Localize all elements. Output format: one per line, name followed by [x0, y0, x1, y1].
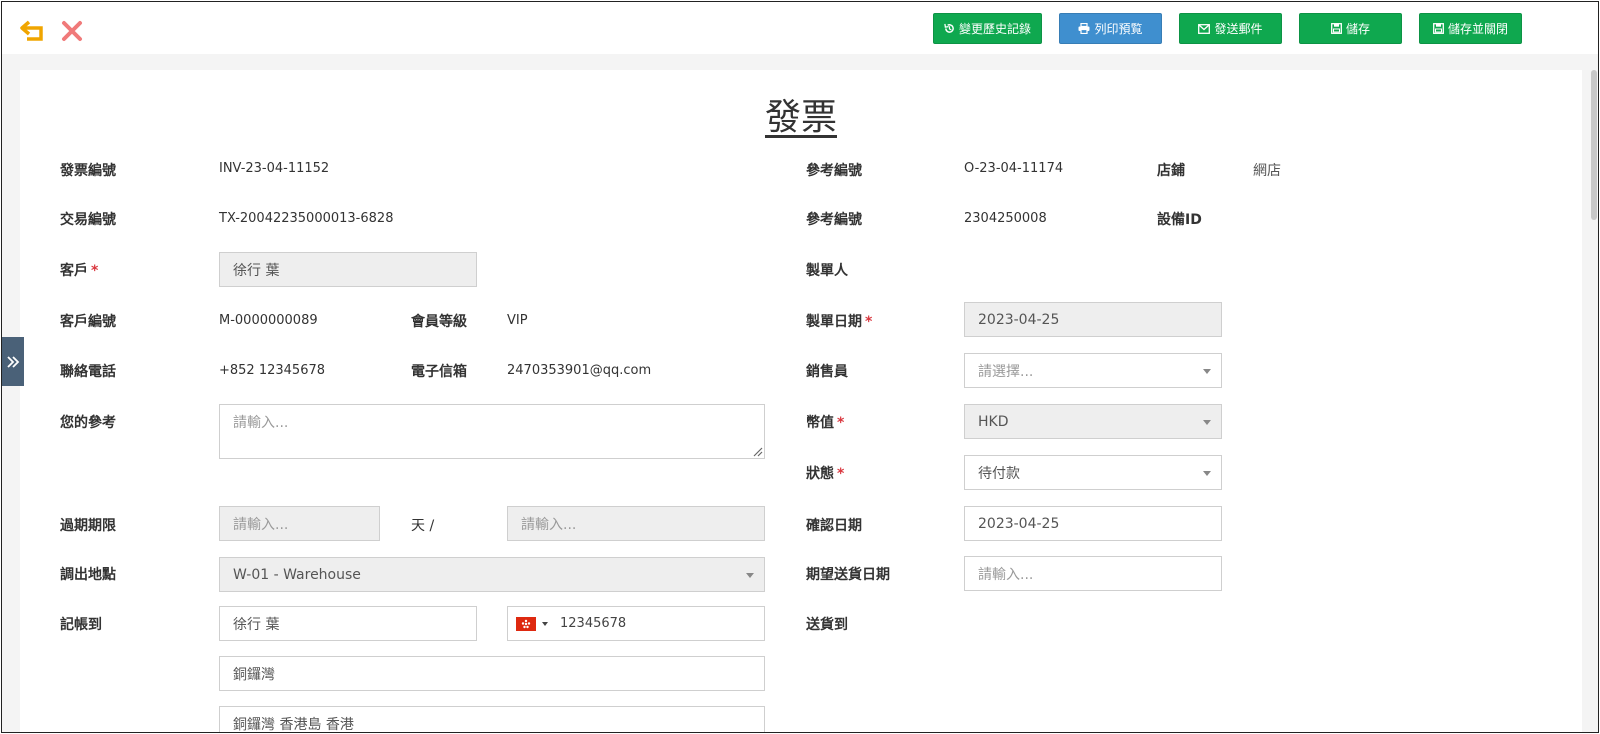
- chevron-down-icon: [746, 573, 754, 578]
- customer-label: 客戶 *: [60, 263, 99, 279]
- top-toolbar: 變更歷史記錄 列印預覧 發送郵件 儲存 儲存並關閉: [2, 2, 1598, 54]
- dispatch-location-label: 調出地點: [60, 567, 116, 583]
- your-reference-label: 您的參考: [60, 415, 116, 431]
- member-level-label: 會員等級: [411, 314, 467, 330]
- app-window: 變更歷史記錄 列印預覧 發送郵件 儲存 儲存並關閉 發票 發票編號 INV-23…: [1, 1, 1599, 733]
- store-value: 網店: [1253, 163, 1281, 179]
- make-date-label: 製單日期 *: [806, 314, 873, 330]
- confirm-date-field[interactable]: 2023-04-25: [964, 506, 1222, 541]
- save-label: 儲存: [1345, 22, 1370, 36]
- confirm-date-label: 確認日期: [806, 518, 862, 534]
- print-preview-button[interactable]: 列印預覧: [1059, 13, 1162, 44]
- currency-select[interactable]: HKD: [964, 404, 1222, 439]
- invoice-no-value: INV-23-04-11152: [219, 161, 330, 176]
- required-marker: *: [91, 263, 99, 279]
- invoice-no-label: 發票編號: [60, 163, 116, 179]
- bill-to-label: 記帳到: [60, 617, 102, 633]
- status-value: 待付款: [978, 465, 1020, 482]
- status-select[interactable]: 待付款: [964, 455, 1222, 490]
- back-arrow-icon[interactable]: [18, 16, 48, 46]
- salesperson-placeholder: 請選擇...: [978, 363, 1034, 380]
- history-icon: [944, 23, 954, 33]
- reference-no-2-label: 參考編號: [806, 212, 862, 228]
- chevron-down-icon: [1203, 471, 1211, 476]
- expected-delivery-label: 期望送貨日期: [806, 567, 890, 583]
- reference-no-2-value: 2304250008: [964, 211, 1047, 226]
- envelope-icon: [1198, 23, 1211, 34]
- change-history-button[interactable]: 變更歷史記錄: [933, 13, 1042, 44]
- print-icon: [1078, 23, 1090, 34]
- email-value: 2470353901@qq.com: [507, 363, 652, 378]
- currency-label: 幣值 *: [806, 415, 845, 431]
- country-caret-icon[interactable]: [542, 621, 548, 626]
- customer-no-label: 客戶編號: [60, 314, 116, 330]
- phone-value: +852 12345678: [219, 363, 326, 378]
- dispatch-location-value: W-01 - Warehouse: [233, 566, 361, 583]
- send-email-button[interactable]: 發送郵件: [1179, 13, 1282, 44]
- salesperson-select[interactable]: 請選擇...: [964, 353, 1222, 388]
- resize-handle-icon[interactable]: [751, 445, 763, 457]
- required-marker: *: [837, 415, 845, 431]
- salesperson-label: 銷售員: [806, 364, 848, 380]
- close-icon[interactable]: [57, 16, 87, 46]
- device-id-label: 設備ID: [1157, 212, 1202, 228]
- maker-label: 製單人: [806, 263, 848, 279]
- member-level-value: VIP: [507, 313, 528, 328]
- store-label: 店鋪: [1157, 163, 1185, 179]
- chevron-down-icon: [1203, 369, 1211, 374]
- email-label: 電子信箱: [411, 364, 467, 380]
- customer-no-value: M-0000000089: [219, 313, 318, 328]
- bill-to-address-field[interactable]: 銅鑼灣: [219, 656, 765, 691]
- save-button[interactable]: 儲存: [1299, 13, 1402, 44]
- page-title: 發票: [764, 97, 837, 138]
- chevron-down-icon: [1203, 420, 1211, 425]
- status-label: 狀態 *: [806, 466, 845, 482]
- print-preview-label: 列印預覧: [1094, 22, 1143, 36]
- make-date-field[interactable]: 2023-04-25: [964, 302, 1222, 337]
- dispatch-location-select[interactable]: W-01 - Warehouse: [219, 557, 765, 592]
- invoice-form-card: 發票 發票編號 INV-23-04-11152 交易編號 TX-20042235…: [20, 70, 1582, 732]
- expected-delivery-field[interactable]: 請輸入...: [964, 556, 1222, 591]
- required-marker: *: [865, 314, 873, 330]
- required-marker: *: [837, 466, 845, 482]
- expiry-date-field[interactable]: 請輸入...: [507, 506, 765, 541]
- save-and-close-button[interactable]: 儲存並關閉: [1419, 13, 1522, 44]
- customer-field[interactable]: 徐行 葉: [219, 252, 477, 287]
- bill-to-phone-value: 12345678: [560, 616, 627, 631]
- phone-label: 聯絡電話: [60, 364, 116, 380]
- sidebar-toggle[interactable]: [2, 337, 24, 386]
- double-chevron-right-icon: [7, 355, 20, 368]
- reference-no-value: O-23-04-11174: [964, 161, 1064, 176]
- ship-to-label: 送貨到: [806, 617, 848, 633]
- save-icon: [1433, 23, 1444, 34]
- expiry-days-field[interactable]: 請輸入...: [219, 506, 380, 541]
- bill-to-name-field[interactable]: 徐行 葉: [219, 606, 477, 641]
- bill-to-address-line2-field[interactable]: 銅鑼灣 香港島 香港: [219, 706, 765, 732]
- transaction-no-label: 交易編號: [60, 212, 116, 228]
- reference-no-label: 參考編號: [806, 163, 862, 179]
- expiry-unit-label: 天 /: [411, 518, 435, 534]
- transaction-no-value: TX-20042235000013-6828: [219, 211, 394, 226]
- save-and-close-label: 儲存並關閉: [1447, 22, 1508, 36]
- currency-value: HKD: [978, 413, 1009, 430]
- bill-to-phone-field[interactable]: 12345678: [507, 606, 765, 641]
- send-email-label: 發送郵件: [1214, 22, 1263, 36]
- change-history-label: 變更歷史記錄: [958, 22, 1031, 36]
- vertical-scrollbar[interactable]: [1591, 70, 1597, 220]
- hong-kong-flag-icon[interactable]: [516, 616, 536, 631]
- expiry-label: 過期期限: [60, 518, 116, 534]
- save-icon: [1331, 23, 1342, 34]
- your-reference-textarea[interactable]: 請輸入...: [219, 404, 765, 459]
